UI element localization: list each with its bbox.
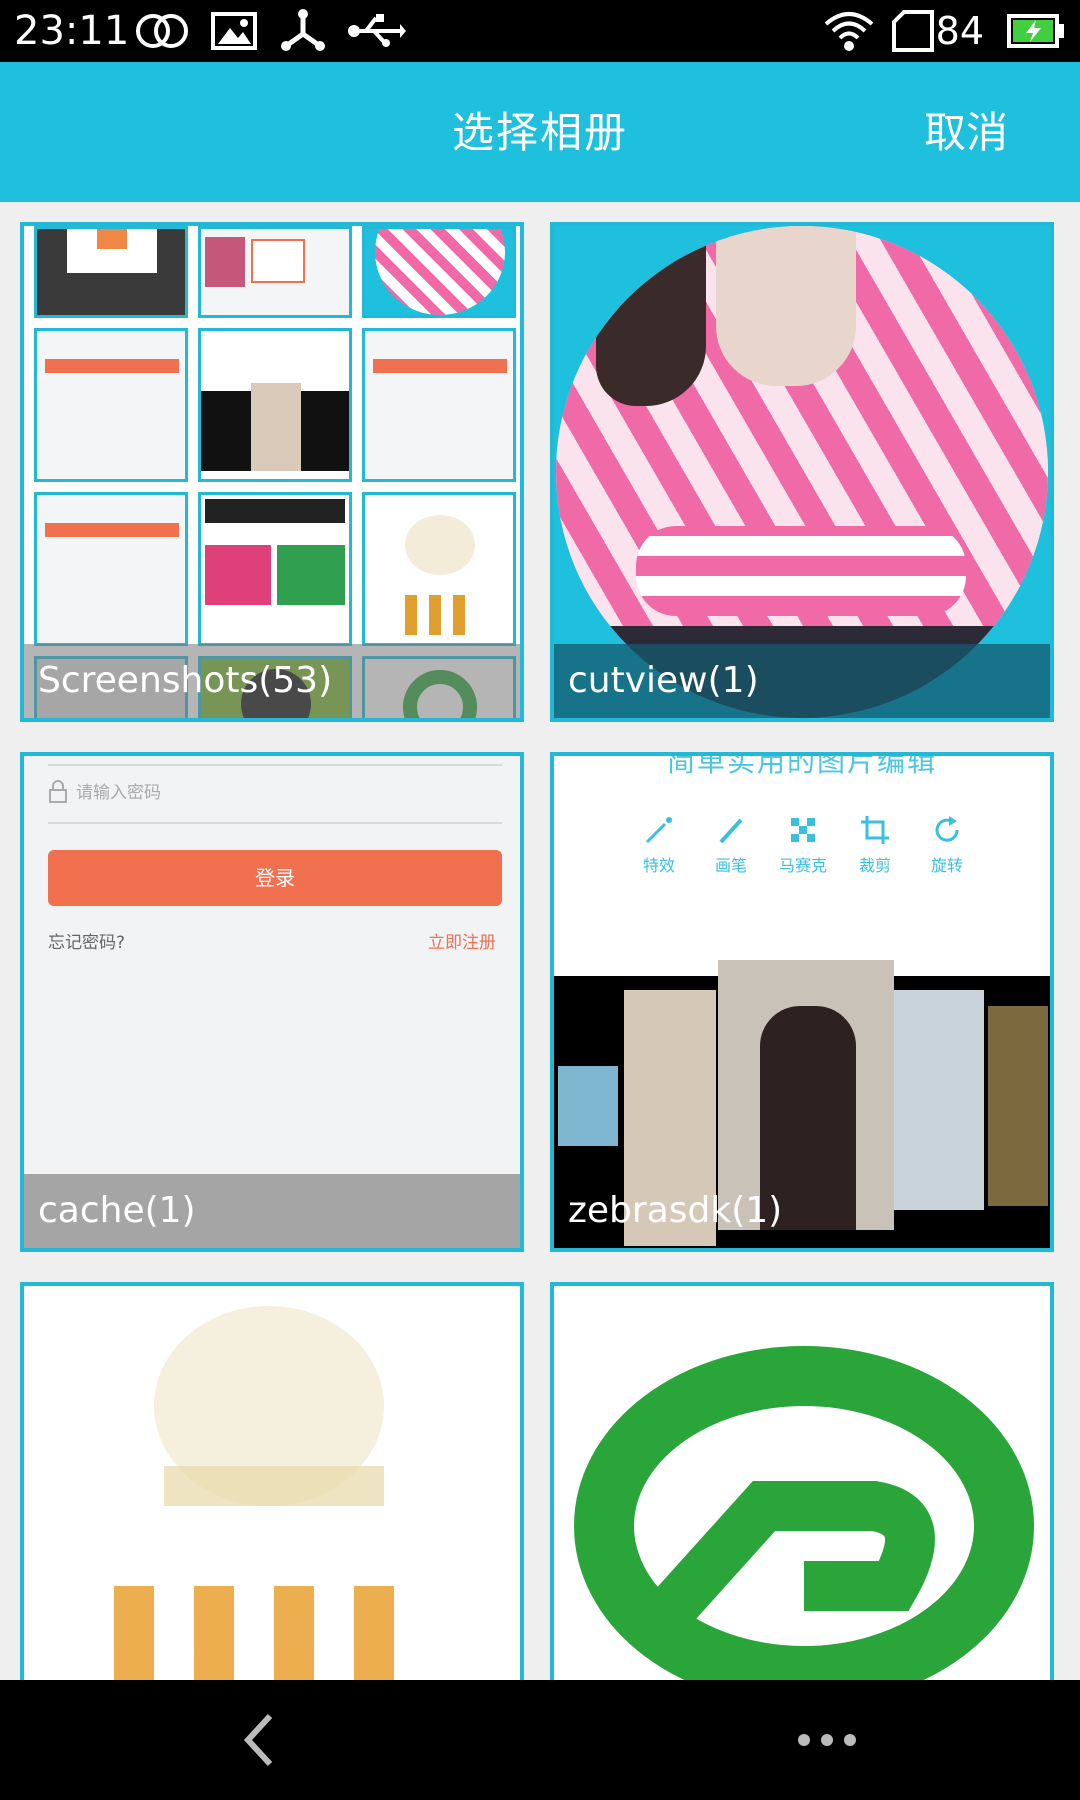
- cancel-button[interactable]: 取消: [924, 108, 1008, 158]
- album-5[interactable]: [20, 1282, 524, 1702]
- album-label: cache(1): [24, 1174, 520, 1248]
- battery-charging-icon: [1007, 14, 1064, 48]
- lock-icon: [49, 780, 67, 803]
- album-zebrasdk[interactable]: 简单实用的图片编辑 特效 画笔 马赛克 裁剪 旋转 zebrasdk(1): [550, 752, 1054, 1252]
- page-title: 选择相册: [451, 108, 628, 157]
- album-label: zebrasdk(1): [568, 1190, 783, 1231]
- album-cover: [554, 1286, 1050, 1698]
- brush-icon: [719, 818, 743, 844]
- album-cutview[interactable]: cutview(1): [550, 222, 1054, 722]
- sim-icon: [892, 10, 934, 52]
- back-icon[interactable]: [232, 1710, 292, 1770]
- album-label: Screenshots(53): [24, 644, 520, 718]
- password-placeholder: 请输入密码: [76, 783, 161, 803]
- magic-wand-icon: [645, 817, 672, 844]
- thumb-register-now: 立即注册: [428, 933, 496, 953]
- green-logo-image: [574, 1346, 1034, 1698]
- tool-label: 特效: [642, 856, 675, 875]
- crop-icon: [861, 816, 889, 844]
- album-6[interactable]: [550, 1282, 1054, 1702]
- status-bar: 23:11 84: [0, 0, 1080, 62]
- mosaic-icon: [791, 818, 815, 842]
- album-cover: [24, 1286, 520, 1698]
- app-bar: 选择相册 取消: [0, 62, 1080, 202]
- status-time: 23:11: [14, 8, 130, 54]
- album-label: cutview(1): [554, 644, 1050, 718]
- thumb-login-button: 登录: [48, 850, 502, 906]
- wifi-icon: [824, 12, 874, 51]
- album-cache[interactable]: 请输入密码 登录 忘记密码? 立即注册 cache(1): [20, 752, 524, 1252]
- dual-circles-icon: [136, 14, 188, 48]
- battery-level: 84: [935, 9, 984, 53]
- thumb-editor-title: 简单实用的图片编辑: [666, 752, 937, 778]
- album-screenshots[interactable]: Screenshots(53): [20, 222, 524, 722]
- thumb-forgot-password: 忘记密码?: [48, 933, 126, 953]
- tool-label: 马赛克: [778, 856, 827, 875]
- rotate-icon: [935, 816, 959, 842]
- tool-label: 旋转: [930, 856, 963, 875]
- image-icon: [211, 12, 257, 50]
- more-icon[interactable]: [792, 1710, 862, 1770]
- tool-label: 裁剪: [858, 856, 891, 875]
- navigation-bar: [0, 1680, 1080, 1800]
- usb-icon: [348, 14, 406, 47]
- tool-label: 画笔: [714, 856, 747, 875]
- share-icon: [281, 9, 325, 51]
